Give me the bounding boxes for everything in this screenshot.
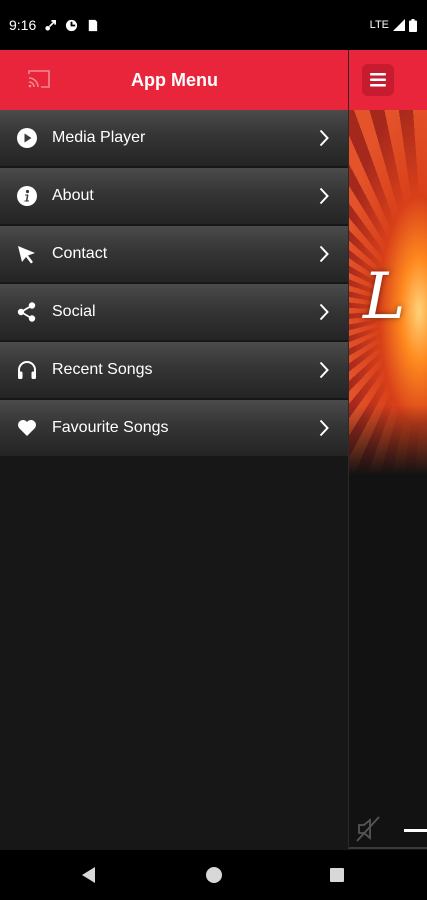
chevron-right-icon — [319, 245, 329, 263]
chevron-right-icon — [319, 361, 329, 379]
drawer-edge — [348, 50, 349, 850]
headphones-icon — [16, 359, 38, 381]
hamburger-icon — [370, 73, 386, 87]
menu-list: Media Player About Contact Social Recent… — [0, 110, 349, 458]
menu-item-social[interactable]: Social — [0, 284, 349, 340]
status-bar: 9:16 LTE — [0, 0, 427, 50]
chevron-right-icon — [319, 303, 329, 321]
background-app: L — [349, 50, 427, 850]
menu-item-label: Favourite Songs — [52, 419, 169, 436]
chevron-right-icon — [319, 187, 329, 205]
menu-item-recent-songs[interactable]: Recent Songs — [0, 342, 349, 398]
back-icon[interactable] — [82, 867, 96, 883]
status-time: 9:16 — [9, 17, 37, 33]
chevron-right-icon — [319, 419, 329, 437]
player-divider — [349, 847, 427, 849]
chevron-right-icon — [319, 129, 329, 147]
hero-fade — [349, 405, 427, 475]
menu-item-label: Media Player — [52, 129, 146, 146]
signal-icon — [393, 19, 405, 31]
background-app-header — [349, 50, 427, 110]
hero-image: L — [349, 110, 427, 475]
call-forward-icon — [45, 19, 57, 31]
menu-item-label: Social — [52, 303, 96, 320]
share-icon — [16, 301, 38, 323]
battery-icon — [409, 18, 417, 32]
heart-icon — [16, 417, 38, 439]
sd-card-icon — [89, 19, 98, 31]
drawer-header: App Menu — [0, 50, 349, 110]
volume-mute-icon[interactable] — [355, 815, 383, 843]
menu-item-label: Contact — [52, 245, 108, 262]
volume-slider[interactable] — [404, 829, 427, 832]
navigation-drawer: App Menu Media Player About Contact Soci… — [0, 50, 349, 850]
menu-item-media-player[interactable]: Media Player — [0, 110, 349, 166]
system-nav-bar — [0, 850, 427, 900]
menu-item-about[interactable]: About — [0, 168, 349, 224]
data-saver-icon — [66, 19, 78, 31]
info-icon — [16, 185, 38, 207]
hero-title-text: L — [363, 260, 406, 334]
recent-apps-icon[interactable] — [330, 868, 344, 882]
menu-item-contact[interactable]: Contact — [0, 226, 349, 282]
cursor-icon — [16, 243, 38, 265]
play-icon — [16, 127, 38, 149]
menu-item-label: About — [52, 187, 94, 204]
cast-icon[interactable] — [27, 69, 51, 89]
hamburger-menu-button[interactable] — [362, 64, 394, 96]
menu-item-favourite-songs[interactable]: Favourite Songs — [0, 400, 349, 456]
drawer-title: App Menu — [131, 69, 218, 90]
menu-item-label: Recent Songs — [52, 361, 153, 378]
home-icon[interactable] — [206, 867, 222, 883]
network-type: LTE — [369, 19, 389, 31]
